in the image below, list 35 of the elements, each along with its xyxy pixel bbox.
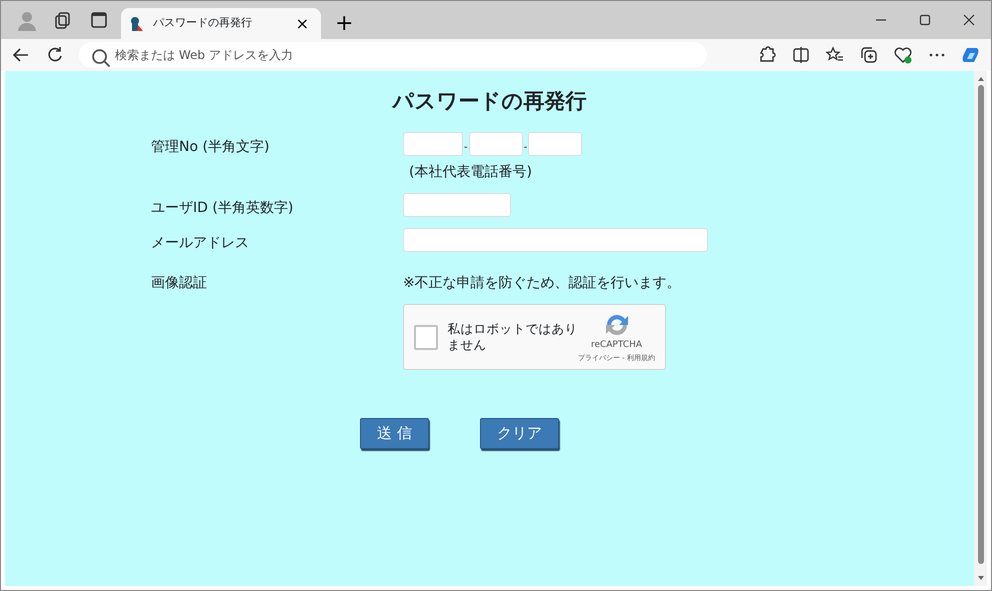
browser-tab[interactable]: パスワードの再発行 × (121, 8, 321, 39)
maximize-icon[interactable] (918, 13, 932, 27)
clear-button[interactable]: クリア (480, 418, 559, 450)
collections-icon[interactable] (859, 45, 879, 65)
copilot-icon[interactable] (961, 45, 981, 65)
field-label: ユーザID (半角英数字) (151, 199, 294, 218)
captcha-brand: reCAPTCHA (590, 339, 642, 352)
scroll-up-icon[interactable] (976, 75, 984, 83)
captcha-checkbox[interactable] (414, 324, 438, 350)
close-icon[interactable] (962, 13, 976, 27)
tab-actions-icon[interactable] (88, 9, 110, 31)
separator-text: - (463, 141, 469, 156)
input-field[interactable] (403, 132, 463, 156)
site-icon (129, 16, 145, 32)
field-label: 画像認証 (151, 274, 208, 294)
submit-button[interactable]: 送 信 (360, 418, 429, 450)
health-icon[interactable] (893, 45, 913, 65)
input-field[interactable] (403, 228, 708, 252)
new-tab-button[interactable]: + (329, 11, 360, 37)
tab-title: パスワードの再発行 (153, 15, 252, 32)
captcha-label: 私はロボットではありません (448, 320, 578, 354)
field-note: ※不正な申請を防ぐため、認証を行います。 (403, 274, 681, 294)
input-field[interactable] (468, 132, 523, 156)
search-icon (91, 48, 111, 68)
separator-text: - (522, 141, 528, 156)
field-label: メールアドレス (151, 234, 250, 254)
field-note: (本社代表電話番号) (408, 163, 533, 182)
page-title: パスワードの再発行 (390, 89, 588, 114)
input-field[interactable] (403, 193, 511, 218)
input-field[interactable] (528, 132, 582, 156)
tab-close-button[interactable]: × (292, 12, 313, 36)
scroll-down-icon[interactable] (976, 574, 984, 582)
address-bar[interactable]: 検索または Web アドレスを入力 (79, 42, 707, 68)
field-label: 管理No (半角文字) (151, 138, 270, 158)
split-screen-icon[interactable] (791, 45, 811, 65)
